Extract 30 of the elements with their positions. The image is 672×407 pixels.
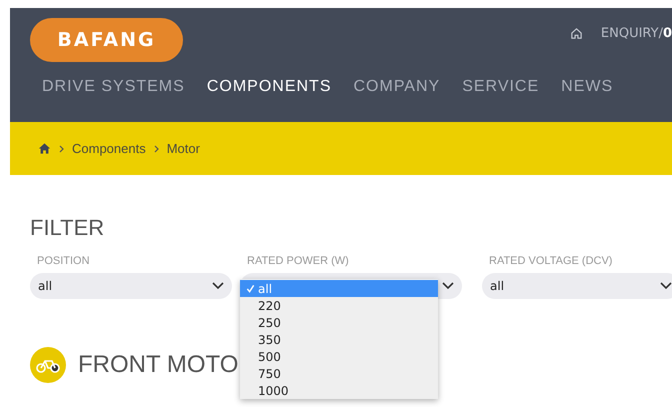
dropdown-option[interactable]: 220 xyxy=(240,297,438,314)
dropdown-option[interactable]: 750 xyxy=(240,365,438,382)
chevron-icon xyxy=(660,282,672,290)
section-heading: FRONT MOTO xyxy=(78,351,238,379)
dropdown-option[interactable]: 250 xyxy=(240,314,438,331)
chevron-right-icon xyxy=(154,144,159,152)
chevron-right-icon xyxy=(59,144,64,152)
nav-link[interactable]: COMPONENTS xyxy=(206,78,332,96)
field-label: RATED POWER (W) xyxy=(247,255,350,267)
breadcrumb-link[interactable]: Motor xyxy=(166,141,200,156)
nav-link[interactable]: NEWS xyxy=(561,78,614,96)
bicycle-icon xyxy=(30,347,66,383)
nav-link[interactable]: SERVICE xyxy=(462,78,540,96)
nav-link[interactable]: COMPANY xyxy=(353,78,440,96)
chevron-icon xyxy=(442,282,454,290)
enquiry-link[interactable]: ENQUIRY/0 xyxy=(600,26,672,40)
nav-link[interactable]: DRIVE SYSTEMS xyxy=(42,78,185,96)
field-label: RATED VOLTAGE (DCV) xyxy=(489,255,614,267)
chevron-icon xyxy=(212,282,224,290)
field-label: POSITION xyxy=(37,255,91,267)
select-field[interactable]: all xyxy=(482,273,672,299)
home-icon[interactable] xyxy=(38,142,51,155)
breadcrumb-link[interactable]: Components xyxy=(72,141,146,156)
home-icon[interactable] xyxy=(570,26,583,40)
dropdown-option[interactable]: 1000 xyxy=(240,382,438,399)
check-icon xyxy=(246,284,254,293)
filter-heading: FILTER xyxy=(30,215,106,241)
dropdown-option[interactable]: 500 xyxy=(240,348,438,365)
select-field[interactable]: all xyxy=(30,273,232,299)
dropdown-option[interactable]: 350 xyxy=(240,331,438,348)
